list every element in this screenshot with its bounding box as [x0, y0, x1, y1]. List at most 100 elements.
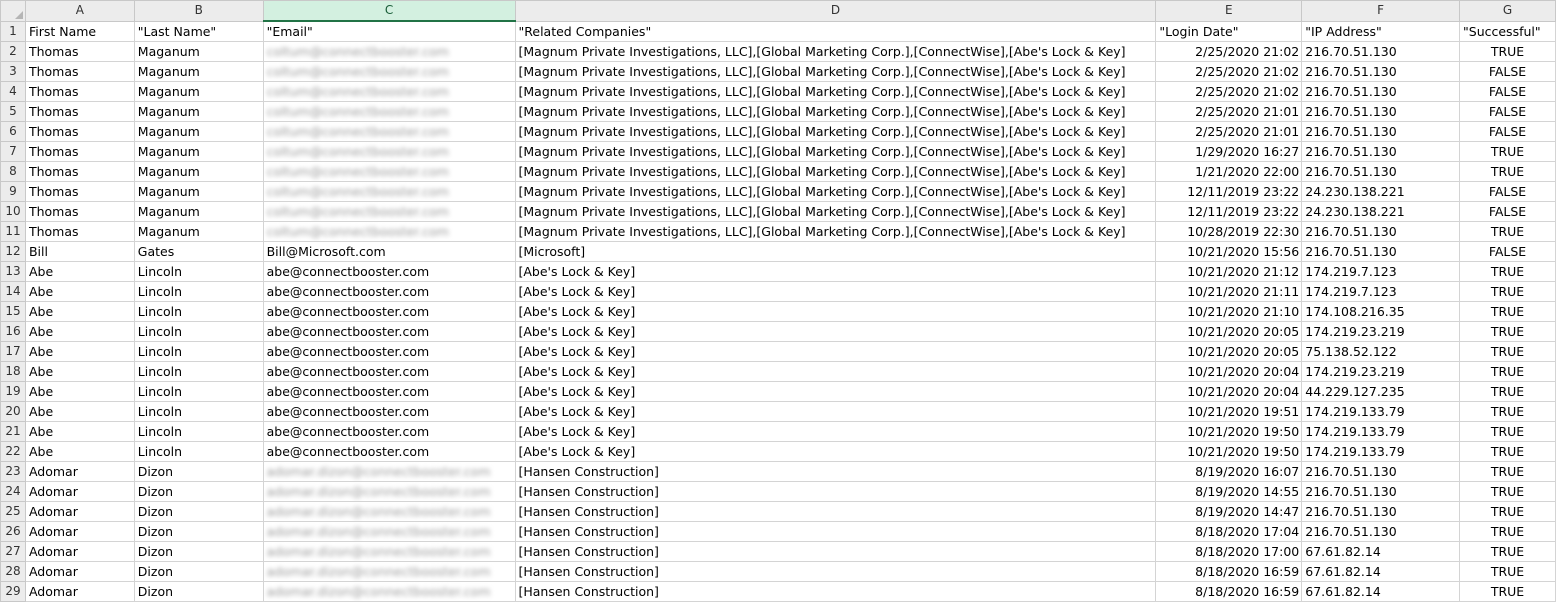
cell-email[interactable]: abe@connectbooster.com [262, 421, 516, 442]
cell-email[interactable]: coltum@connectbooster.com [262, 61, 516, 82]
cell-ip-address[interactable]: 44.229.127.235 [1301, 381, 1461, 402]
cell-last-name[interactable]: Dizon [133, 501, 264, 522]
cell-first-name[interactable]: Adomar [24, 581, 135, 602]
row-number[interactable]: 28 [0, 561, 26, 582]
cell-first-name[interactable]: Abe [24, 341, 135, 362]
cell-login-date[interactable]: 2/25/2020 21:02 [1155, 81, 1303, 102]
cell-login-date[interactable]: 2/25/2020 21:02 [1155, 61, 1303, 82]
cell-related-companies[interactable]: [Magnum Private Investigations, LLC],[Gl… [514, 181, 1157, 202]
cell-successful[interactable]: TRUE [1459, 481, 1556, 502]
cell-email[interactable]: abe@connectbooster.com [262, 341, 516, 362]
cell-email[interactable]: abe@connectbooster.com [262, 261, 516, 282]
cell-first-name[interactable]: Thomas [24, 101, 135, 122]
column-header-d[interactable]: D [514, 0, 1157, 22]
cell-email[interactable]: abe@connectbooster.com [262, 381, 516, 402]
cell-login-date[interactable]: 8/18/2020 16:59 [1155, 561, 1303, 582]
cell-email[interactable]: coltum@connectbooster.com [262, 141, 516, 162]
cell-login-date[interactable]: 10/21/2020 21:11 [1155, 281, 1303, 302]
column-header-a[interactable]: A [24, 0, 135, 22]
cell-login-date[interactable]: 10/21/2020 20:05 [1155, 341, 1303, 362]
cell-last-name[interactable]: Lincoln [133, 381, 264, 402]
cell-successful[interactable]: FALSE [1459, 241, 1556, 262]
cell-ip-address[interactable]: 216.70.51.130 [1301, 461, 1461, 482]
cell-related-companies[interactable]: [Magnum Private Investigations, LLC],[Gl… [514, 221, 1157, 242]
cell-successful[interactable]: TRUE [1459, 321, 1556, 342]
row-number[interactable]: 27 [0, 541, 26, 562]
cell-email[interactable]: coltum@connectbooster.com [262, 121, 516, 142]
cell-first-name[interactable]: Thomas [24, 61, 135, 82]
cell-last-name[interactable]: Dizon [133, 481, 264, 502]
cell-successful[interactable]: FALSE [1459, 201, 1556, 222]
row-number[interactable]: 5 [0, 101, 26, 122]
cell-ip-address[interactable]: 67.61.82.14 [1301, 581, 1461, 602]
cell-first-name[interactable]: Abe [24, 281, 135, 302]
cell-successful[interactable]: TRUE [1459, 461, 1556, 482]
cell-email[interactable]: adomar.dizon@connectbooster.com [262, 461, 516, 482]
cell-successful[interactable]: FALSE [1459, 81, 1556, 102]
cell-first-name[interactable]: Abe [24, 381, 135, 402]
cell-ip-address[interactable]: 174.219.133.79 [1301, 401, 1461, 422]
cell-ip-address[interactable]: 24.230.138.221 [1301, 181, 1461, 202]
cell-last-name[interactable]: Maganum [133, 161, 264, 182]
cell-related-companies[interactable]: [Abe's Lock & Key] [514, 381, 1157, 402]
cell-first-name[interactable]: Abe [24, 401, 135, 422]
column-header-e[interactable]: E [1155, 0, 1303, 22]
cell-ip-address[interactable]: 174.219.23.219 [1301, 321, 1461, 342]
cell-login-date[interactable]: 10/28/2019 22:30 [1155, 221, 1303, 242]
cell-ip-address[interactable]: 216.70.51.130 [1301, 61, 1461, 82]
cell-related-companies[interactable]: [Abe's Lock & Key] [514, 341, 1157, 362]
cell-ip-address[interactable]: 67.61.82.14 [1301, 541, 1461, 562]
cell-related-companies[interactable]: [Abe's Lock & Key] [514, 301, 1157, 322]
cell-successful[interactable]: TRUE [1459, 581, 1556, 602]
cell-ip-address[interactable]: 216.70.51.130 [1301, 501, 1461, 522]
select-all-corner[interactable] [0, 0, 26, 22]
row-number[interactable]: 9 [0, 181, 26, 202]
cell-ip-address[interactable]: 216.70.51.130 [1301, 81, 1461, 102]
row-number[interactable]: 25 [0, 501, 26, 522]
column-header-f[interactable]: F [1301, 0, 1461, 22]
cell-ip-address[interactable]: 174.219.7.123 [1301, 261, 1461, 282]
cell-email[interactable]: adomar.dizon@connectbooster.com [262, 521, 516, 542]
row-number[interactable]: 4 [0, 81, 26, 102]
row-number[interactable]: 20 [0, 401, 26, 422]
cell-first-name[interactable]: Abe [24, 321, 135, 342]
cell-related-companies[interactable]: [Magnum Private Investigations, LLC],[Gl… [514, 101, 1157, 122]
cell-email[interactable]: adomar.dizon@connectbooster.com [262, 501, 516, 522]
cell-successful[interactable]: FALSE [1459, 61, 1556, 82]
cell-last-name[interactable]: Dizon [133, 561, 264, 582]
cell-last-name[interactable]: Lincoln [133, 321, 264, 342]
cell-related-companies[interactable]: [Abe's Lock & Key] [514, 361, 1157, 382]
cell-login-date[interactable]: 10/21/2020 19:50 [1155, 421, 1303, 442]
cell-last-name-header[interactable]: "Last Name" [133, 20, 264, 42]
cell-related-companies[interactable]: [Magnum Private Investigations, LLC],[Gl… [514, 161, 1157, 182]
row-number[interactable]: 29 [0, 581, 26, 602]
cell-login-date[interactable]: 2/25/2020 21:01 [1155, 121, 1303, 142]
cell-login-date[interactable]: 8/18/2020 16:59 [1155, 581, 1303, 602]
cell-login-date[interactable]: 12/11/2019 23:22 [1155, 181, 1303, 202]
cell-login-date[interactable]: 10/21/2020 20:04 [1155, 381, 1303, 402]
cell-successful[interactable]: TRUE [1459, 281, 1556, 302]
cell-login-date[interactable]: 10/21/2020 19:51 [1155, 401, 1303, 422]
cell-login-date-header[interactable]: "Login Date" [1155, 20, 1303, 42]
cell-successful[interactable]: TRUE [1459, 521, 1556, 542]
cell-last-name[interactable]: Lincoln [133, 421, 264, 442]
row-number[interactable]: 10 [0, 201, 26, 222]
cell-first-name[interactable]: Adomar [24, 561, 135, 582]
cell-ip-address[interactable]: 216.70.51.130 [1301, 161, 1461, 182]
cell-last-name[interactable]: Lincoln [133, 281, 264, 302]
cell-first-name[interactable]: Thomas [24, 221, 135, 242]
cell-email[interactable]: coltum@connectbooster.com [262, 221, 516, 242]
cell-login-date[interactable]: 2/25/2020 21:01 [1155, 101, 1303, 122]
cell-last-name[interactable]: Lincoln [133, 341, 264, 362]
cell-related-companies[interactable]: [Abe's Lock & Key] [514, 261, 1157, 282]
cell-related-companies[interactable]: [Magnum Private Investigations, LLC],[Gl… [514, 201, 1157, 222]
cell-related-companies[interactable]: [Hansen Construction] [514, 561, 1157, 582]
cell-related-companies[interactable]: [Abe's Lock & Key] [514, 441, 1157, 462]
cell-successful[interactable]: FALSE [1459, 121, 1556, 142]
cell-last-name[interactable]: Lincoln [133, 361, 264, 382]
row-number[interactable]: 7 [0, 141, 26, 162]
cell-first-name[interactable]: Abe [24, 261, 135, 282]
cell-email[interactable]: abe@connectbooster.com [262, 301, 516, 322]
cell-first-name[interactable]: Thomas [24, 201, 135, 222]
cell-first-name[interactable]: Abe [24, 361, 135, 382]
